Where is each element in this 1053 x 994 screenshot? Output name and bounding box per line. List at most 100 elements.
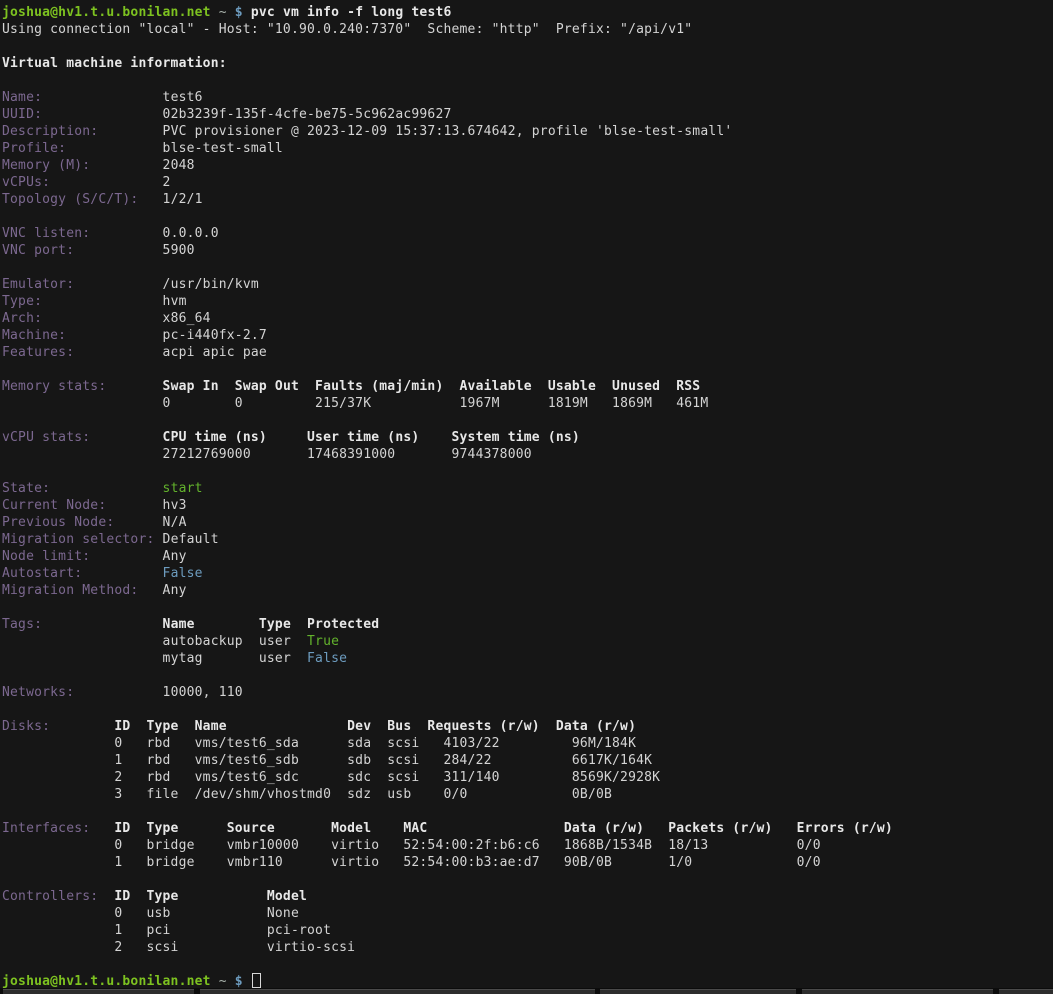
- table-row: mytag user: [163, 651, 307, 666]
- terminal-line: Topology (S/C/T): 1/2/1: [2, 191, 1053, 208]
- vm-state-value: start: [163, 481, 203, 496]
- terminal-line: [2, 361, 1053, 378]
- table-row: 0 rbd vms/test6_sda sda scsi 4103/22 96M…: [114, 736, 636, 751]
- prompt-symbol: $: [235, 5, 243, 20]
- prompt-user-host: joshua@hv1.t.u.bonilan.net: [2, 974, 211, 989]
- table-row: 1 rbd vms/test6_sdb sdb scsi 284/22 6617…: [114, 753, 652, 768]
- table-row: 2 scsi virtio-scsi: [114, 940, 355, 955]
- terminal-text: [2, 940, 114, 955]
- autostart-value: False: [163, 566, 203, 581]
- field-label: Arch:: [2, 311, 163, 326]
- table-header: ID Type Name Dev Bus Requests (r/w) Data…: [114, 719, 636, 734]
- terminal-line: Current Node: hv3: [2, 497, 1053, 514]
- terminal-line: [2, 956, 1053, 973]
- field-value: 02b3239f-135f-4cfe-be75-5c962ac99627: [163, 107, 452, 122]
- terminal-line: [2, 463, 1053, 480]
- field-label: Name:: [2, 90, 163, 105]
- terminal-cursor[interactable]: [252, 973, 261, 988]
- terminal-text: [243, 974, 251, 989]
- terminal-line: 1 rbd vms/test6_sdb sdb scsi 284/22 6617…: [2, 752, 1053, 769]
- terminal-line: 1 pci pci-root: [2, 922, 1053, 939]
- terminal-text: [2, 872, 10, 887]
- terminal-line: [2, 412, 1053, 429]
- prompt-symbol: $: [235, 974, 243, 989]
- terminal-line: [2, 803, 1053, 820]
- terminal-line: Autostart: False: [2, 565, 1053, 582]
- terminal-text: [2, 209, 10, 224]
- prompt-cwd: ~: [219, 974, 227, 989]
- terminal-line: joshua@hv1.t.u.bonilan.net ~ $ pvc vm in…: [2, 4, 1053, 21]
- terminal-line: Arch: x86_64: [2, 310, 1053, 327]
- field-label: Machine:: [2, 328, 163, 343]
- field-value: 1/2/1: [163, 192, 203, 207]
- table-row: 27212769000 17468391000 9744378000: [163, 447, 532, 462]
- table-header: CPU time (ns) User time (ns) System time…: [163, 430, 580, 445]
- terminal-line: Tags: Name Type Protected: [2, 616, 1053, 633]
- prompt-cwd: ~: [219, 5, 227, 20]
- terminal-line: 0 rbd vms/test6_sda sda scsi 4103/22 96M…: [2, 735, 1053, 752]
- field-value: N/A: [163, 515, 187, 530]
- field-value: PVC provisioner @ 2023-12-09 15:37:13.67…: [163, 124, 733, 139]
- field-label: Memory (M):: [2, 158, 163, 173]
- field-label: Controllers:: [2, 889, 114, 904]
- table-row: 0 usb None: [114, 906, 299, 921]
- terminal-text: [2, 923, 114, 938]
- field-label: Previous Node:: [2, 515, 163, 530]
- taskbar-window-button[interactable]: [600, 989, 796, 994]
- terminal-line: 0 0 215/37K 1967M 1819M 1869M 461M: [2, 395, 1053, 412]
- terminal-line: VNC listen: 0.0.0.0: [2, 225, 1053, 242]
- terminal-line: Memory stats: Swap In Swap Out Faults (m…: [2, 378, 1053, 395]
- terminal-text: [2, 702, 10, 717]
- terminal-line: VNC port: 5900: [2, 242, 1053, 259]
- protected-value: False: [307, 651, 347, 666]
- terminal-line: Disks: ID Type Name Dev Bus Requests (r/…: [2, 718, 1053, 735]
- terminal-window[interactable]: joshua@hv1.t.u.bonilan.net ~ $ pvc vm in…: [0, 0, 1053, 988]
- field-label: vCPUs:: [2, 175, 163, 190]
- terminal-line: State: start: [2, 480, 1053, 497]
- field-value: hv3: [163, 498, 187, 513]
- connection-info: Using connection "local" - Host: "10.90.…: [2, 22, 692, 37]
- terminal-line: vCPU stats: CPU time (ns) User time (ns)…: [2, 429, 1053, 446]
- terminal-line: Interfaces: ID Type Source Model MAC Dat…: [2, 820, 1053, 837]
- terminal-line: vCPUs: 2: [2, 174, 1053, 191]
- section-title: Virtual machine information:: [2, 56, 227, 71]
- command-text: pvc vm info -f long test6: [251, 5, 452, 20]
- prompt-user-host: joshua@hv1.t.u.bonilan.net: [2, 5, 211, 20]
- taskbar-window-button[interactable]: [200, 989, 595, 994]
- taskbar-window-button[interactable]: [802, 989, 993, 994]
- terminal-line: 0 bridge vmbr10000 virtio 52:54:00:2f:b6…: [2, 837, 1053, 854]
- terminal-text: [2, 804, 10, 819]
- terminal-text: [2, 396, 163, 411]
- field-label: Node limit:: [2, 549, 163, 564]
- terminal-line: UUID: 02b3239f-135f-4cfe-be75-5c962ac996…: [2, 106, 1053, 123]
- field-label: vCPU stats:: [2, 430, 163, 445]
- terminal-line: Description: PVC provisioner @ 2023-12-0…: [2, 123, 1053, 140]
- field-label: VNC port:: [2, 243, 163, 258]
- terminal-text: [2, 957, 10, 972]
- field-label: Autostart:: [2, 566, 163, 581]
- field-label: Type:: [2, 294, 163, 309]
- terminal-text: [2, 753, 114, 768]
- terminal-line: Machine: pc-i440fx-2.7: [2, 327, 1053, 344]
- terminal-line: Memory (M): 2048: [2, 157, 1053, 174]
- field-label: Profile:: [2, 141, 163, 156]
- terminal-line: Features: acpi apic pae: [2, 344, 1053, 361]
- taskbar-window-button[interactable]: [999, 989, 1053, 994]
- field-label: Current Node:: [2, 498, 163, 513]
- terminal-line: [2, 871, 1053, 888]
- field-label: Migration Method:: [2, 583, 163, 598]
- taskbar-window-button[interactable]: [3, 989, 194, 994]
- terminal-text: [2, 260, 10, 275]
- terminal-text: [2, 362, 10, 377]
- field-value: test6: [163, 90, 203, 105]
- terminal-text: [243, 5, 251, 20]
- terminal-text: [2, 464, 10, 479]
- table-row: 1 bridge vmbr110 virtio 52:54:00:b3:ae:d…: [114, 855, 820, 870]
- terminal-line: [2, 599, 1053, 616]
- field-label: Migration selector:: [2, 532, 163, 547]
- terminal-text: [2, 838, 114, 853]
- field-value: Any: [163, 583, 187, 598]
- field-label: State:: [2, 481, 163, 496]
- terminal-line: 1 bridge vmbr110 virtio 52:54:00:b3:ae:d…: [2, 854, 1053, 871]
- terminal-text: [2, 855, 114, 870]
